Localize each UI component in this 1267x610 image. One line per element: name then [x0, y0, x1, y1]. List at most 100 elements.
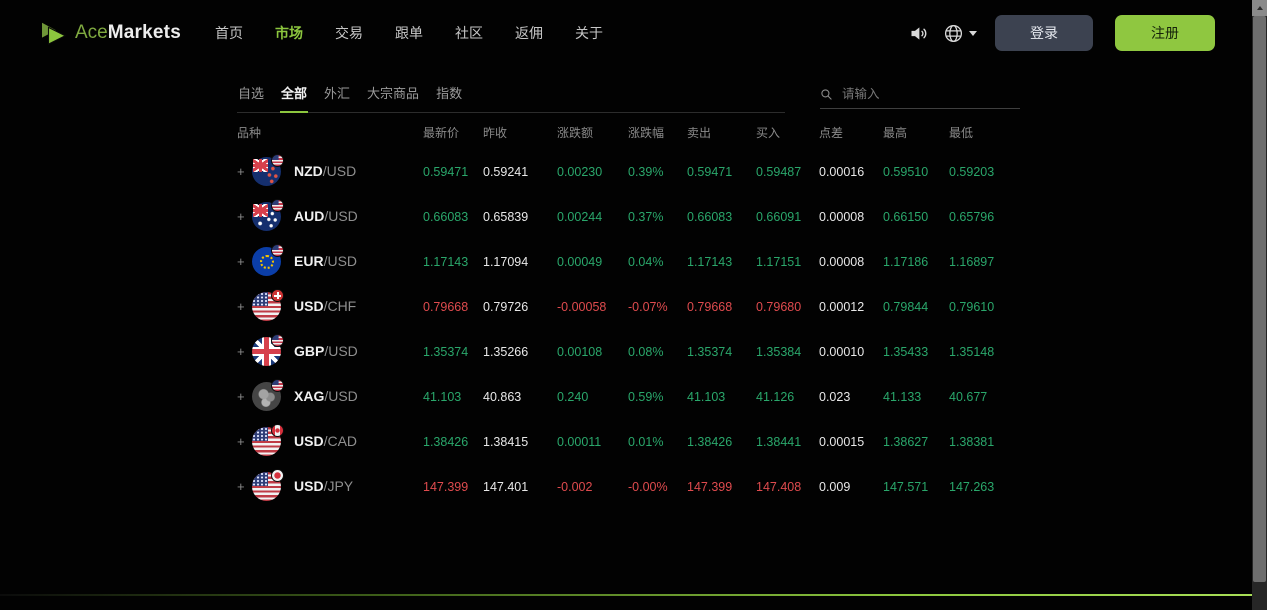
- quotes-table: 品种最新价昨收涨跌额涨跌幅卖出买入点差最高最低 + NZD/USD 0.5947…: [237, 121, 1032, 509]
- pair-name: USD/CAD: [294, 433, 357, 451]
- last-price: 1.35374: [423, 345, 483, 359]
- prev-close: 1.38415: [483, 435, 557, 449]
- expand-icon[interactable]: +: [237, 434, 252, 449]
- day-low: 147.263: [949, 480, 1032, 494]
- sell-price: 147.399: [687, 480, 756, 494]
- spread: 0.023: [819, 390, 883, 404]
- column-header: 点差: [819, 124, 883, 141]
- prev-close: 0.65839: [483, 210, 557, 224]
- change-percent: 0.01%: [628, 435, 687, 449]
- table-row[interactable]: + NZD/USD 0.59471 0.59241 0.00230 0.39% …: [237, 149, 1032, 194]
- day-low: 40.677: [949, 390, 1032, 404]
- pair-name: USD/CHF: [294, 298, 356, 316]
- sell-price: 1.38426: [687, 435, 756, 449]
- tab[interactable]: 外汇: [323, 83, 351, 102]
- buy-price: 1.38441: [756, 435, 819, 449]
- sell-price: 0.59471: [687, 165, 756, 179]
- column-header: 最新价: [423, 124, 483, 141]
- search-box[interactable]: [820, 86, 1020, 109]
- table-row[interactable]: + EUR/USD 1.17143 1.17094 0.00049 0.04% …: [237, 239, 1032, 284]
- pair-badge-flag-icon: [271, 289, 284, 302]
- table-row[interactable]: + USD/CHF 0.79668 0.79726 -0.00058 -0.07…: [237, 284, 1032, 329]
- prev-close: 1.35266: [483, 345, 557, 359]
- sell-price: 0.66083: [687, 210, 756, 224]
- acemarkets-page: AceMarkets 首页 市场 交易 跟单 社区 返佣 关于 登录 注册: [0, 0, 1267, 610]
- volume-icon[interactable]: [908, 23, 929, 44]
- register-button[interactable]: 注册: [1115, 15, 1215, 51]
- expand-icon[interactable]: +: [237, 479, 252, 494]
- symbol-cell: + USD/CHF: [237, 292, 423, 321]
- change-percent: 0.59%: [628, 390, 687, 404]
- tab[interactable]: 大宗商品: [366, 83, 420, 102]
- last-price: 0.79668: [423, 300, 483, 314]
- buy-price: 1.35384: [756, 345, 819, 359]
- pair-flag-icon: [252, 292, 281, 321]
- table-body: + NZD/USD 0.59471 0.59241 0.00230 0.39% …: [237, 149, 1032, 509]
- tab[interactable]: 指数: [435, 83, 463, 102]
- nav-item[interactable]: 市场: [275, 23, 303, 43]
- pair-name: USD/JPY: [294, 478, 353, 496]
- search-input[interactable]: [840, 86, 1020, 102]
- nav-item[interactable]: 跟单: [395, 23, 423, 43]
- day-high: 0.66150: [883, 210, 949, 224]
- globe-icon: [943, 23, 964, 44]
- expand-icon[interactable]: +: [237, 209, 252, 224]
- buy-price: 41.126: [756, 390, 819, 404]
- last-price: 0.59471: [423, 165, 483, 179]
- bottom-accent-line: [0, 594, 1252, 596]
- pair-badge-flag-icon: [271, 244, 284, 257]
- pair-name: EUR/USD: [294, 253, 357, 271]
- expand-icon[interactable]: +: [237, 254, 252, 269]
- vertical-scrollbar[interactable]: [1252, 0, 1267, 610]
- symbol-cell: + NZD/USD: [237, 157, 423, 186]
- column-header: 涨跌额: [557, 124, 628, 141]
- change-amount: 0.00011: [557, 435, 628, 449]
- brand-part1: Ace: [75, 22, 108, 44]
- day-low: 0.59203: [949, 165, 1032, 179]
- expand-icon[interactable]: +: [237, 299, 252, 314]
- expand-icon[interactable]: +: [237, 389, 252, 404]
- pair-name: GBP/USD: [294, 343, 358, 361]
- login-button[interactable]: 登录: [995, 15, 1093, 51]
- sell-price: 0.79668: [687, 300, 756, 314]
- buy-price: 1.17151: [756, 255, 819, 269]
- day-low: 1.38381: [949, 435, 1032, 449]
- prev-close: 40.863: [483, 390, 557, 404]
- pair-flag-icon: [252, 157, 281, 186]
- tab[interactable]: 全部: [280, 83, 308, 102]
- pair-name: XAG/USD: [294, 388, 358, 406]
- buy-price: 147.408: [756, 480, 819, 494]
- symbol-cell: + EUR/USD: [237, 247, 423, 276]
- spread: 0.00016: [819, 165, 883, 179]
- topbar-actions: 登录 注册: [908, 15, 1215, 51]
- table-row[interactable]: + USD/CAD 1.38426 1.38415 0.00011 0.01% …: [237, 419, 1032, 464]
- prev-close: 1.17094: [483, 255, 557, 269]
- nav-item[interactable]: 关于: [575, 23, 603, 43]
- table-row[interactable]: + USD/JPY 147.399 147.401 -0.002 -0.00% …: [237, 464, 1032, 509]
- top-bar: AceMarkets 首页 市场 交易 跟单 社区 返佣 关于 登录 注册: [0, 0, 1252, 66]
- nav-item[interactable]: 社区: [455, 23, 483, 43]
- expand-icon[interactable]: +: [237, 344, 252, 359]
- nav-item[interactable]: 返佣: [515, 23, 543, 43]
- last-price: 0.66083: [423, 210, 483, 224]
- search-icon: [820, 88, 833, 101]
- table-row[interactable]: + AUD/USD 0.66083 0.65839 0.00244 0.37% …: [237, 194, 1032, 239]
- pair-flag-icon: [252, 337, 281, 366]
- change-amount: 0.00230: [557, 165, 628, 179]
- tab[interactable]: 自选: [237, 83, 265, 102]
- pair-badge-flag-icon: [271, 424, 284, 437]
- nav-item[interactable]: 首页: [215, 23, 243, 43]
- table-row[interactable]: + XAG/USD 41.103 40.863 0.240 0.59% 41.1…: [237, 374, 1032, 419]
- scrollbar-up-button[interactable]: [1252, 0, 1267, 16]
- brand-logo[interactable]: AceMarkets: [40, 20, 181, 46]
- pair-flag-icon: [252, 382, 281, 411]
- language-selector[interactable]: [943, 23, 977, 44]
- logo-arrows-icon: [40, 20, 70, 46]
- pair-badge-flag-icon: [271, 154, 284, 167]
- nav-item[interactable]: 交易: [335, 23, 363, 43]
- column-header: 品种: [237, 124, 423, 141]
- change-percent: -0.07%: [628, 300, 687, 314]
- table-row[interactable]: + GBP/USD 1.35374 1.35266 0.00108 0.08% …: [237, 329, 1032, 374]
- expand-icon[interactable]: +: [237, 164, 252, 179]
- scrollbar-thumb[interactable]: [1253, 16, 1266, 582]
